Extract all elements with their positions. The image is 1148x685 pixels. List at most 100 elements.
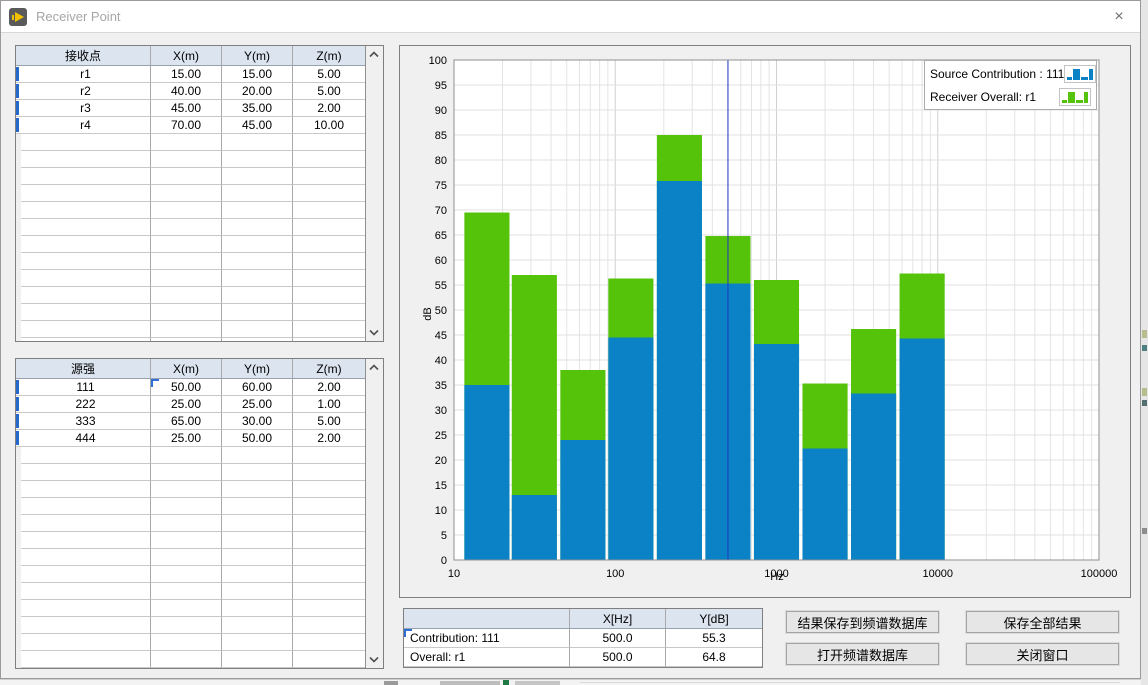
svg-text:0: 0 — [441, 555, 447, 567]
table-cell — [293, 151, 365, 168]
source-strength-table[interactable]: 源强X(m)Y(m)Z(m)11150.0060.002.0022225.002… — [15, 358, 384, 669]
table-cell[interactable]: 25.00 — [222, 396, 293, 413]
table-cell[interactable]: 5.00 — [293, 413, 365, 430]
bar[interactable] — [657, 181, 702, 560]
table-cell[interactable]: 500.0 — [570, 648, 666, 667]
close-icon[interactable]: × — [1105, 4, 1133, 29]
table-cell[interactable]: 64.8 — [666, 648, 762, 667]
table-cell — [21, 270, 151, 287]
plot-legend[interactable]: Source Contribution : 111Receiver Overal… — [924, 60, 1097, 110]
bar[interactable] — [560, 440, 605, 560]
table-cell — [293, 668, 365, 669]
bar[interactable] — [900, 339, 945, 561]
table-cell[interactable]: 111 — [21, 379, 151, 396]
table-cell[interactable]: 2.00 — [293, 379, 365, 396]
spectrum-bar-chart[interactable]: 0510152025303540455055606570758085909510… — [400, 46, 1130, 597]
table-cell[interactable]: 1.00 — [293, 396, 365, 413]
table-cell[interactable]: 25.00 — [151, 396, 222, 413]
bar[interactable] — [754, 344, 799, 560]
table-cell[interactable]: 10.00 — [293, 117, 365, 134]
legend-entry[interactable]: Receiver Overall: r1 — [925, 85, 1096, 108]
source-table-scrollbar[interactable] — [365, 359, 383, 668]
column-header: Y[dB] — [666, 609, 762, 628]
bar[interactable] — [851, 394, 896, 561]
mini-bar-chart-icon[interactable] — [1064, 65, 1096, 83]
cursor-readout-table[interactable]: X[Hz]Y[dB]Contribution: 111500.055.3Over… — [403, 608, 763, 668]
bar[interactable] — [512, 495, 557, 560]
table-row: 44425.0050.002.00 — [16, 430, 365, 447]
x-axis-title: Hz — [770, 571, 783, 583]
bar[interactable] — [608, 338, 653, 561]
table-cell — [151, 464, 222, 481]
table-cell[interactable]: 70.00 — [151, 117, 222, 134]
table-cell[interactable]: 45.00 — [151, 100, 222, 117]
receiver-points-table[interactable]: 接收点X(m)Y(m)Z(m)r115.0015.005.00r240.0020… — [15, 45, 384, 342]
chevron-down-icon[interactable] — [369, 329, 379, 336]
table-cell[interactable]: 20.00 — [222, 83, 293, 100]
chevron-up-icon[interactable] — [369, 51, 379, 58]
table-row: Overall: r1500.064.8 — [404, 648, 762, 667]
table-cell[interactable]: 333 — [21, 413, 151, 430]
table-cell — [21, 634, 151, 651]
table-cell[interactable]: 15.00 — [151, 66, 222, 83]
table-cell[interactable]: 500.0 — [570, 629, 666, 648]
table-cell[interactable]: 35.00 — [222, 100, 293, 117]
table-cell — [293, 549, 365, 566]
table-cell — [222, 532, 293, 549]
table-row: 11150.0060.002.00 — [16, 379, 365, 396]
table-cell[interactable]: 55.3 — [666, 629, 762, 648]
table-cell[interactable]: 45.00 — [222, 117, 293, 134]
bar[interactable] — [464, 385, 509, 560]
bar[interactable] — [802, 449, 847, 561]
svg-text:10: 10 — [448, 568, 460, 580]
table-cell[interactable]: 444 — [21, 430, 151, 447]
save-results-to-spectrum-db-button[interactable]: 结果保存到频谱数据库 — [786, 611, 939, 633]
table-cell — [151, 651, 222, 668]
table-row-empty — [16, 338, 365, 342]
table-cell[interactable]: r3 — [21, 100, 151, 117]
table-row-empty — [16, 287, 365, 304]
cursor-table-grid: X[Hz]Y[dB]Contribution: 111500.055.3Over… — [404, 609, 762, 667]
chevron-down-icon[interactable] — [369, 656, 379, 663]
table-cell[interactable]: 5.00 — [293, 66, 365, 83]
legend-entry[interactable]: Source Contribution : 111 — [925, 62, 1096, 85]
table-cell — [151, 202, 222, 219]
table-cell[interactable]: 5.00 — [293, 83, 365, 100]
table-cell — [21, 566, 151, 583]
table-row-empty — [16, 549, 365, 566]
table-cell[interactable]: Contribution: 111 — [404, 629, 570, 648]
table-cell[interactable]: r1 — [21, 66, 151, 83]
table-cell — [222, 515, 293, 532]
table-row-empty — [16, 202, 365, 219]
table-cell[interactable]: 15.00 — [222, 66, 293, 83]
table-cell[interactable]: r2 — [21, 83, 151, 100]
save-all-results-button[interactable]: 保存全部结果 — [966, 611, 1119, 633]
table-header-row: 源强X(m)Y(m)Z(m) — [16, 359, 365, 379]
column-header: Z(m) — [293, 46, 365, 65]
table-cell[interactable]: 222 — [21, 396, 151, 413]
svg-text:35: 35 — [435, 380, 447, 392]
table-cell[interactable]: Overall: r1 — [404, 648, 570, 667]
table-cell — [293, 498, 365, 515]
table-cell[interactable]: 50.00 — [151, 379, 222, 396]
table-row-empty — [16, 532, 365, 549]
table-cell[interactable]: 2.00 — [293, 430, 365, 447]
table-cell[interactable]: 40.00 — [151, 83, 222, 100]
chevron-up-icon[interactable] — [369, 364, 379, 371]
mini-bar-chart-icon[interactable] — [1059, 88, 1091, 106]
table-row-empty — [16, 634, 365, 651]
table-cell[interactable]: 60.00 — [222, 379, 293, 396]
close-window-button[interactable]: 关闭窗口 — [966, 643, 1119, 665]
receiver-table-scrollbar[interactable] — [365, 46, 383, 341]
table-cell[interactable]: r4 — [21, 117, 151, 134]
table-cell[interactable]: 2.00 — [293, 100, 365, 117]
table-cell — [151, 185, 222, 202]
table-cell[interactable]: 25.00 — [151, 430, 222, 447]
table-cell[interactable]: 65.00 — [151, 413, 222, 430]
table-cell[interactable]: 50.00 — [222, 430, 293, 447]
table-header-row: 接收点X(m)Y(m)Z(m) — [16, 46, 365, 66]
table-cell[interactable]: 30.00 — [222, 413, 293, 430]
table-cell — [21, 651, 151, 668]
table-row-empty — [16, 304, 365, 321]
open-spectrum-db-button[interactable]: 打开频谱数据库 — [786, 643, 939, 665]
